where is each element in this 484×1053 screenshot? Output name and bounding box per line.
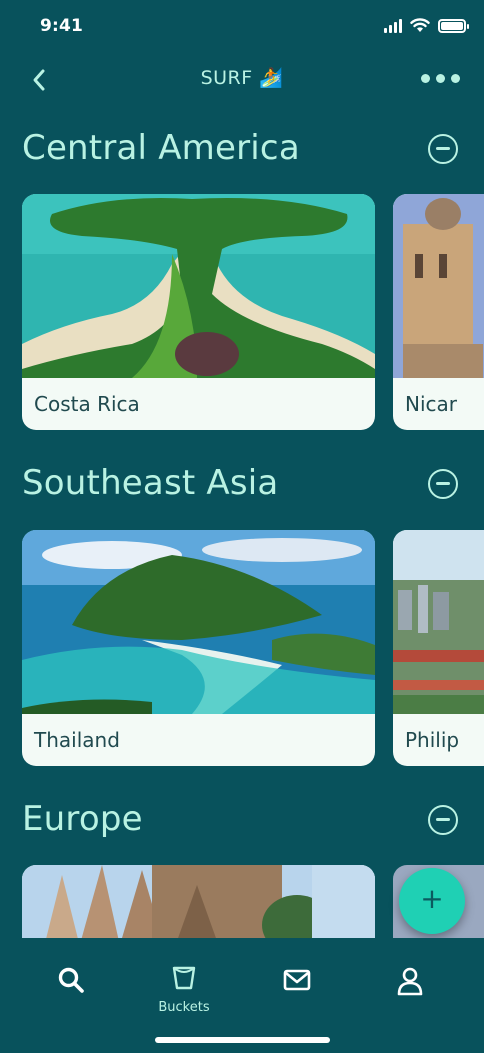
more-dot-icon [436,74,445,83]
status-icons [384,18,469,33]
card-label: Thailand [34,728,120,752]
cellular-signal-icon [384,18,402,33]
card-label: Costa Rica [34,392,140,416]
thailand-image [22,530,375,714]
status-bar: 9:41 [0,0,484,56]
section-title-europe: Europe [22,799,143,839]
battery-icon [438,18,469,33]
user-icon [397,967,423,996]
carousel-southeast-asia[interactable]: Thailand Philip [22,530,484,766]
nav-bar: SURF 🏄 [0,56,484,104]
card-label: Nicar [405,392,457,416]
tab-bar: Buckets [0,938,484,1053]
tab-search[interactable] [26,952,116,1012]
home-indicator [155,1037,330,1043]
section-title-central-america: Central America [22,128,300,168]
plus-icon: + [420,882,444,915]
more-options-button[interactable] [421,74,460,83]
more-dot-icon [451,74,460,83]
tab-label-buckets: Buckets [158,1000,210,1015]
destination-card-philippines[interactable]: Philip [393,530,484,766]
tab-profile[interactable] [365,952,455,1012]
destination-card-thailand[interactable]: Thailand [22,530,375,766]
destination-card-spain[interactable] [22,865,375,938]
tab-messages[interactable] [252,952,342,1012]
wifi-icon [410,18,430,32]
destination-card-nicaragua[interactable]: Nicar [393,194,484,430]
mail-icon [283,969,311,991]
collapse-europe-button[interactable] [428,805,458,835]
carousel-central-america[interactable]: Costa Rica Nicar [22,194,484,430]
card-label: Philip [405,728,460,752]
search-icon [58,967,84,993]
costa-rica-image [22,194,375,378]
collapse-central-america-button[interactable] [428,134,458,164]
philippines-image [393,530,484,714]
tab-buckets[interactable]: Buckets [139,952,229,1015]
add-destination-button[interactable]: + [399,868,465,934]
more-dot-icon [421,74,430,83]
destination-card-costa-rica[interactable]: Costa Rica [22,194,375,430]
section-title-southeast-asia: Southeast Asia [22,463,279,503]
page-title: SURF 🏄 [200,67,284,89]
status-time: 9:41 [40,16,84,36]
nicaragua-image [393,194,484,378]
sagrada-familia-image [22,865,375,938]
collapse-southeast-asia-button[interactable] [428,469,458,499]
bucket-icon [172,966,196,990]
